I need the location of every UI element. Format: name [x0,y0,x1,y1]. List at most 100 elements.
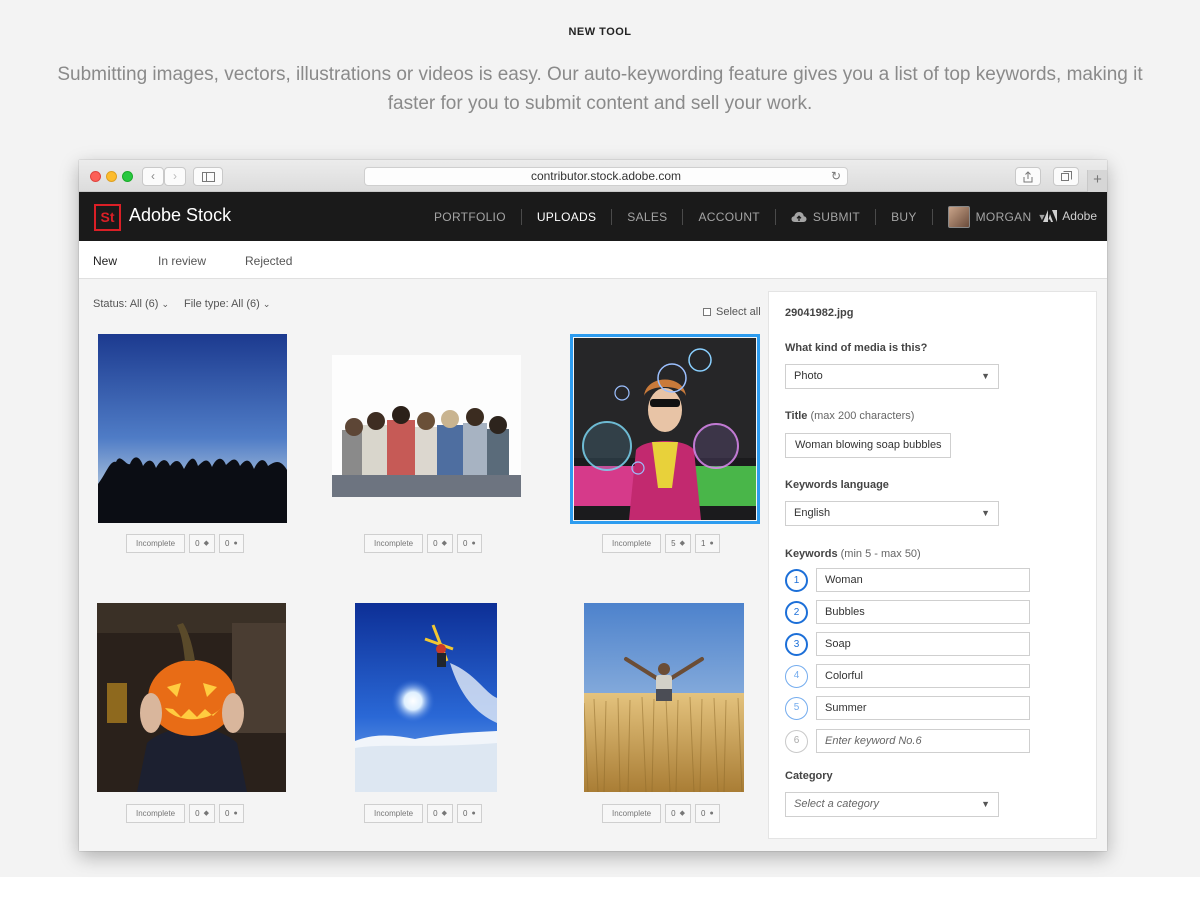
people-count[interactable]: 0 ● [218,534,244,553]
upload-thumbnail[interactable] [355,603,497,792]
keyword-count[interactable]: 0 ◆ [427,804,453,823]
upload-thumbnail[interactable] [98,334,287,523]
upload-meta: Incomplete 0 ◆ 0 ● [126,534,244,553]
cloud-upload-icon [791,211,807,222]
people-icon: ● [709,540,714,547]
category-select[interactable]: Select a category ▼ [785,792,999,817]
status-badge[interactable]: Incomplete [126,804,186,823]
status-filter[interactable]: Status: All (6) ⌄ [93,298,169,310]
url-text: contributor.stock.adobe.com [530,169,682,183]
status-badge[interactable]: Incomplete [364,804,424,823]
nav-account[interactable]: ACCOUNT [683,208,776,225]
zoom-window-button[interactable] [122,171,133,182]
keyword-number: 6 [785,729,808,753]
upload-meta: Incomplete 0 ◆ 0 ● [602,804,720,823]
chevron-down-icon: ⌄ [161,299,170,309]
upload-thumbnail[interactable] [332,355,521,497]
tabs-overview-button[interactable] [1053,167,1079,186]
select-all[interactable]: Select all [703,306,761,318]
people-count[interactable]: 0 ● [456,534,482,553]
chevron-right-icon: › [173,169,177,183]
upload-thumbnail[interactable] [97,603,286,792]
people-count-value: 0 [224,809,230,818]
minimize-window-button[interactable] [106,171,117,182]
upload-thumbnail[interactable] [584,603,744,792]
forward-button[interactable]: › [164,167,186,186]
adobe-stock-logo[interactable]: St [94,204,121,231]
tab-in-review[interactable]: In review [158,254,206,268]
keyword-number: 3 [785,632,808,656]
file-type-filter[interactable]: File type: All (6) ⌄ [184,298,270,310]
status-badge[interactable]: Incomplete [126,534,186,553]
nav-portfolio[interactable]: PORTFOLIO [419,208,522,225]
keyword-input[interactable]: Colorful [816,664,1030,688]
nav-buy[interactable]: BUY [876,208,933,225]
people-count[interactable]: 0 ● [218,804,244,823]
new-keyword-input[interactable]: Enter keyword No.6 [816,729,1030,753]
keyword-input[interactable]: Summer [816,696,1030,720]
people-count-value: 0 [224,539,230,548]
title-hint: (max 200 characters) [810,410,915,422]
upload-meta: Incomplete 0 ◆ 0 ● [364,804,482,823]
upload-thumbnail-selected[interactable] [570,334,760,524]
tabs-icon [1060,171,1072,181]
keyword-number: 2 [785,600,808,624]
select-all-checkbox[interactable] [703,308,711,316]
people-icon: ● [709,810,714,817]
status-badge[interactable]: Incomplete [602,534,662,553]
avatar [947,205,970,228]
keywords-label-text: Keywords [785,548,838,560]
tag-icon: ◆ [441,540,447,547]
upload-tabs: New In review Rejected [79,241,1107,279]
reload-icon[interactable]: ↻ [831,168,841,185]
people-count[interactable]: 0 ● [456,804,482,823]
new-tab-button[interactable]: + [1087,170,1107,192]
nav-uploads[interactable]: UPLOADS [522,208,613,225]
keyword-count[interactable]: 0 ◆ [189,534,215,553]
keyword-count-value: 0 [195,809,200,818]
nav-submit[interactable]: SUBMIT [776,208,877,225]
share-icon [1023,171,1033,183]
keywords-language-select[interactable]: English ▼ [785,501,999,526]
keyword-input[interactable]: Soap [816,632,1030,656]
tag-icon: ◆ [203,540,209,547]
keyword-count[interactable]: 5 ◆ [665,534,691,553]
bubbles-photo [574,338,756,520]
people-count[interactable]: 1 ● [694,534,720,553]
skier-photo [355,603,497,792]
tag-icon: ◆ [441,810,447,817]
tab-rejected[interactable]: Rejected [245,254,292,268]
keyword-row: 1 Woman [785,568,1030,592]
tab-new[interactable]: New [93,254,117,268]
share-button[interactable] [1015,167,1041,186]
nav-sales-label: SALES [627,209,668,224]
people-count-value: 1 [700,539,706,548]
keyword-input[interactable]: Woman [816,568,1030,592]
keyword-count[interactable]: 0 ◆ [427,534,453,553]
back-button[interactable]: ‹ [142,167,164,186]
status-badge[interactable]: Incomplete [602,804,662,823]
keyword-count[interactable]: 0 ◆ [665,804,691,823]
people-icon: ● [233,540,238,547]
people-count[interactable]: 0 ● [694,804,720,823]
nav-buy-label: BUY [891,209,917,224]
keyword-row: 4 Colorful [785,664,1030,688]
browser-window: ‹ › contributor.stock.adobe.com ↻ + St A… [79,160,1107,851]
address-bar[interactable]: contributor.stock.adobe.com ↻ [364,167,848,186]
sidebar-toggle-button[interactable] [193,167,223,186]
title-input[interactable]: Woman blowing soap bubbles [785,433,951,458]
pumpkin-photo [97,603,286,792]
upload-meta: Incomplete 0 ◆ 0 ● [126,804,244,823]
adobe-link[interactable]: Adobe [1043,209,1097,223]
people-icon: ● [233,810,238,817]
media-type-select[interactable]: Photo ▼ [785,364,999,389]
keywords-label: Keywords (min 5 - max 50) [785,548,921,560]
user-name: MORGAN [975,209,1032,224]
brand-name[interactable]: Adobe Stock [129,205,231,226]
keyword-input[interactable]: Bubbles [816,600,1030,624]
nav-sales[interactable]: SALES [612,208,684,225]
upload-meta: Incomplete 5 ◆ 1 ● [602,534,720,553]
status-badge[interactable]: Incomplete [364,534,424,553]
keyword-count[interactable]: 0 ◆ [189,804,215,823]
close-window-button[interactable] [90,171,101,182]
